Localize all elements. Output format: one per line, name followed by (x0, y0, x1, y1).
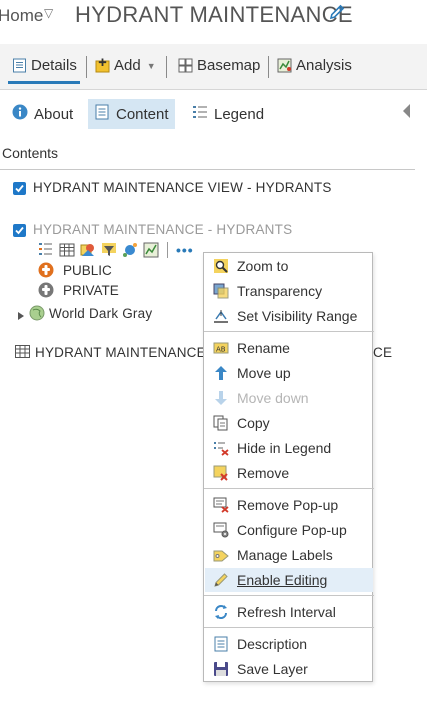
layer-context-menu: Zoom to Transparency Set Visibility Rang… (203, 252, 374, 682)
toolbar-divider (86, 56, 87, 78)
menu-divider (204, 488, 374, 489)
zoom-to-icon (213, 258, 229, 274)
pencil-icon[interactable] (328, 3, 346, 26)
arrow-up-icon (213, 365, 229, 381)
menu-divider (204, 627, 374, 628)
table-layer-icon (15, 345, 30, 363)
legend-label: PUBLIC (63, 262, 112, 278)
content-doc-icon (94, 104, 110, 124)
menu-item-manage-labels[interactable]: Manage Labels (205, 543, 373, 567)
menu-divider (204, 331, 374, 332)
menu-divider (204, 595, 374, 596)
panel-tabs: About Content Legend (0, 90, 427, 138)
details-label: Details (31, 57, 77, 74)
tab-about[interactable]: About (6, 99, 79, 129)
menu-item-rename[interactable]: AB Rename (205, 336, 373, 360)
private-symbol-icon (38, 282, 54, 298)
remove-popup-icon (213, 497, 229, 513)
basemap-label: Basemap (197, 57, 261, 74)
menu-item-description[interactable]: Description (205, 632, 373, 656)
basemap-grid-icon (178, 58, 193, 73)
toolbar-divider (268, 56, 269, 78)
layer-visibility-checkbox[interactable] (13, 224, 26, 237)
table-layer-title[interactable]: HYDRANT MAINTENANCE (35, 345, 206, 360)
add-label: Add (114, 57, 141, 74)
tab-about-label: About (34, 105, 74, 123)
menu-item-move-down[interactable]: Move down (205, 386, 373, 410)
menu-item-save-layer[interactable]: Save Layer (205, 657, 373, 681)
toolbar: Details Add ▼ Basemap Analysis (0, 44, 427, 90)
tab-legend[interactable]: Legend (186, 99, 270, 129)
description-icon (213, 636, 229, 652)
hide-legend-icon (213, 440, 229, 456)
add-layer-icon (95, 58, 110, 73)
legend-item: PUBLIC (38, 262, 112, 278)
home-caret-icon[interactable]: ▽ (44, 6, 53, 20)
menu-item-move-up[interactable]: Move up (205, 361, 373, 385)
copy-icon (213, 415, 229, 431)
details-button[interactable]: Details (12, 57, 77, 74)
menu-item-set-visibility-range[interactable]: Set Visibility Range (205, 304, 373, 328)
home-link[interactable]: Home (0, 6, 43, 26)
configure-popup-icon (213, 522, 229, 538)
collapse-panel-icon[interactable] (403, 104, 410, 118)
menu-item-zoom-to[interactable]: Zoom to (205, 254, 373, 278)
manage-labels-icon (213, 547, 229, 563)
basemap-button[interactable]: Basemap (178, 57, 260, 74)
layer-legend-icon[interactable] (38, 242, 54, 258)
filter-icon[interactable] (101, 242, 117, 258)
analysis-label: Analysis (296, 57, 352, 74)
public-symbol-icon (38, 262, 54, 278)
more-analysis-icon[interactable] (143, 242, 159, 258)
add-caret-icon: ▼ (146, 60, 156, 71)
details-active-indicator (8, 81, 80, 84)
menu-item-remove-popup[interactable]: Remove Pop-up (205, 493, 373, 517)
layer-title[interactable]: HYDRANT MAINTENANCE VIEW - HYDRANTS (33, 180, 332, 195)
menu-item-refresh-interval[interactable]: Refresh Interval (205, 600, 373, 624)
resize-handle-icon[interactable]: ⋮ (421, 530, 427, 547)
layer-visibility-checkbox[interactable] (13, 182, 26, 195)
visibility-range-icon (213, 308, 229, 324)
contents-heading: Contents (2, 145, 59, 161)
add-button[interactable]: Add ▼ (95, 57, 156, 74)
more-options-icon[interactable]: ••• (176, 242, 194, 258)
table-layer-title-end: CE (373, 345, 393, 360)
menu-item-transparency[interactable]: Transparency (205, 279, 373, 303)
menu-item-configure-popup[interactable]: Configure Pop-up (205, 518, 373, 542)
menu-item-remove[interactable]: Remove (205, 461, 373, 485)
analysis-icon (277, 58, 292, 73)
refresh-icon (213, 604, 229, 620)
menu-item-copy[interactable]: Copy (205, 411, 373, 435)
analysis-button[interactable]: Analysis (277, 57, 352, 74)
details-doc-icon (12, 58, 27, 73)
transparency-icon (213, 283, 229, 299)
map-title: HYDRANT MAINTENANCE (75, 2, 353, 27)
legend-list-icon (192, 104, 208, 124)
edit-pencil-icon (213, 572, 229, 588)
expand-triangle-icon[interactable] (17, 308, 25, 326)
legend-item: PRIVATE (38, 282, 119, 298)
tab-content-label: Content (116, 105, 169, 123)
info-icon (12, 104, 28, 124)
analysis-tool-icon[interactable] (122, 242, 138, 258)
rename-icon: AB (213, 340, 229, 356)
menu-item-hide-in-legend[interactable]: Hide in Legend (205, 436, 373, 460)
tab-legend-label: Legend (214, 105, 265, 123)
save-disk-icon (213, 661, 229, 677)
globe-icon (29, 305, 45, 326)
layer-action-icons: ••• (38, 241, 194, 259)
toolbar-divider (166, 56, 167, 78)
remove-icon (213, 465, 229, 481)
contents-divider (0, 169, 415, 170)
change-style-icon[interactable] (80, 242, 96, 258)
arrow-down-icon (213, 390, 229, 406)
tab-content[interactable]: Content (88, 99, 175, 129)
icon-divider (167, 242, 168, 258)
menu-item-enable-editing[interactable]: Enable Editing (205, 568, 373, 592)
table-icon[interactable] (59, 242, 75, 258)
svg-text:AB: AB (216, 346, 226, 354)
layer-title[interactable]: HYDRANT MAINTENANCE - HYDRANTS (33, 222, 292, 237)
legend-label: PRIVATE (63, 282, 119, 298)
basemap-title[interactable]: World Dark Gray (49, 306, 152, 321)
